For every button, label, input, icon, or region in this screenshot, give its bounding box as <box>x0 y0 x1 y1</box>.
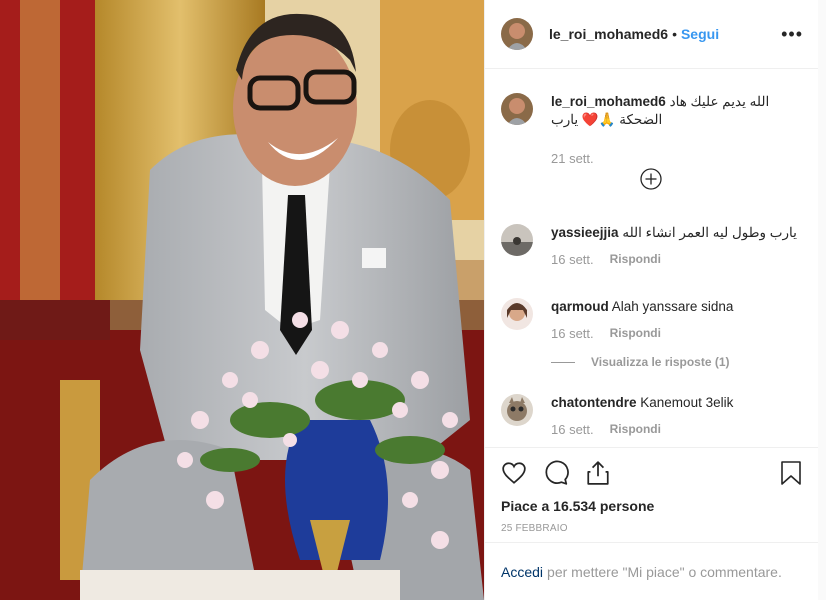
comment-time[interactable]: 16 sett. <box>551 326 594 341</box>
like-heart-icon[interactable] <box>501 460 527 486</box>
comment-row: qarmoud Alah yanssare sidna 16 sett. Risp… <box>501 298 803 341</box>
separator-dot: • <box>672 26 677 42</box>
reply-button[interactable]: Rispondi <box>610 326 661 341</box>
comment-time[interactable]: 16 sett. <box>551 422 594 437</box>
post-actions: Piace a 16.534 persone 25 FEBBRAIO Acced… <box>485 447 819 600</box>
comment-username[interactable]: chatontendre <box>551 395 637 410</box>
author-username[interactable]: le_roi_mohamed6 <box>549 26 668 42</box>
reply-button[interactable]: Rispondi <box>610 252 661 267</box>
follow-button[interactable]: Segui <box>681 26 719 42</box>
view-replies-label: Visualizza le risposte (1) <box>591 355 730 369</box>
comment-row: yassieejjia يارب وطول ليه العمر انشاء ال… <box>501 224 803 267</box>
share-icon[interactable] <box>585 460 611 486</box>
bookmark-icon[interactable] <box>779 460 803 486</box>
likes-count[interactable]: Piace a 16.534 persone <box>501 498 803 514</box>
comment-bubble-icon[interactable] <box>543 460 569 486</box>
load-more-comments-icon[interactable] <box>640 168 662 190</box>
replies-divider <box>551 361 575 363</box>
login-link[interactable]: Accedi <box>501 564 543 580</box>
comment-avatar[interactable] <box>501 298 533 330</box>
author-avatar[interactable] <box>501 18 533 50</box>
caption-username[interactable]: le_roi_mohamed6 <box>551 94 666 109</box>
page-gutter <box>818 0 826 600</box>
caption-avatar[interactable] <box>501 93 533 125</box>
comment-text: Alah yanssare sidna <box>611 299 734 314</box>
view-replies-button[interactable]: Visualizza le risposte (1) <box>551 355 730 369</box>
comment-avatar[interactable] <box>501 224 533 256</box>
comment-username[interactable]: yassieejjia <box>551 225 619 240</box>
comment-avatar[interactable] <box>501 394 533 426</box>
login-prompt-text: per mettere "Mi piace" o commentare. <box>547 563 782 580</box>
comment-text: Kanemout 3elik <box>640 395 734 410</box>
post-date[interactable]: 25 FEBBRAIO <box>501 523 803 534</box>
post-photo[interactable] <box>0 0 484 600</box>
post-header: le_roi_mohamed6 • Segui ••• <box>485 0 819 69</box>
comments-list[interactable]: le_roi_mohamed6 الله يديم عليك هاد الضحك… <box>485 69 819 447</box>
more-options-icon[interactable]: ••• <box>781 24 803 45</box>
reply-button[interactable]: Rispondi <box>610 422 661 437</box>
post-sidebar: le_roi_mohamed6 • Segui ••• le_roi_moham… <box>484 0 820 600</box>
action-icons <box>501 448 803 498</box>
login-prompt: Accedi per mettere "Mi piace" o commenta… <box>485 542 819 600</box>
comment-row: chatontendre Kanemout 3elik 16 sett. Risp… <box>501 394 803 437</box>
comment-text: يارب وطول ليه العمر انشاء الله <box>622 225 797 240</box>
comment-time[interactable]: 16 sett. <box>551 252 594 267</box>
comment-username[interactable]: qarmoud <box>551 299 609 314</box>
caption-time[interactable]: 21 sett. <box>551 151 594 166</box>
caption-row: le_roi_mohamed6 الله يديم عليك هاد الضحك… <box>501 93 803 166</box>
